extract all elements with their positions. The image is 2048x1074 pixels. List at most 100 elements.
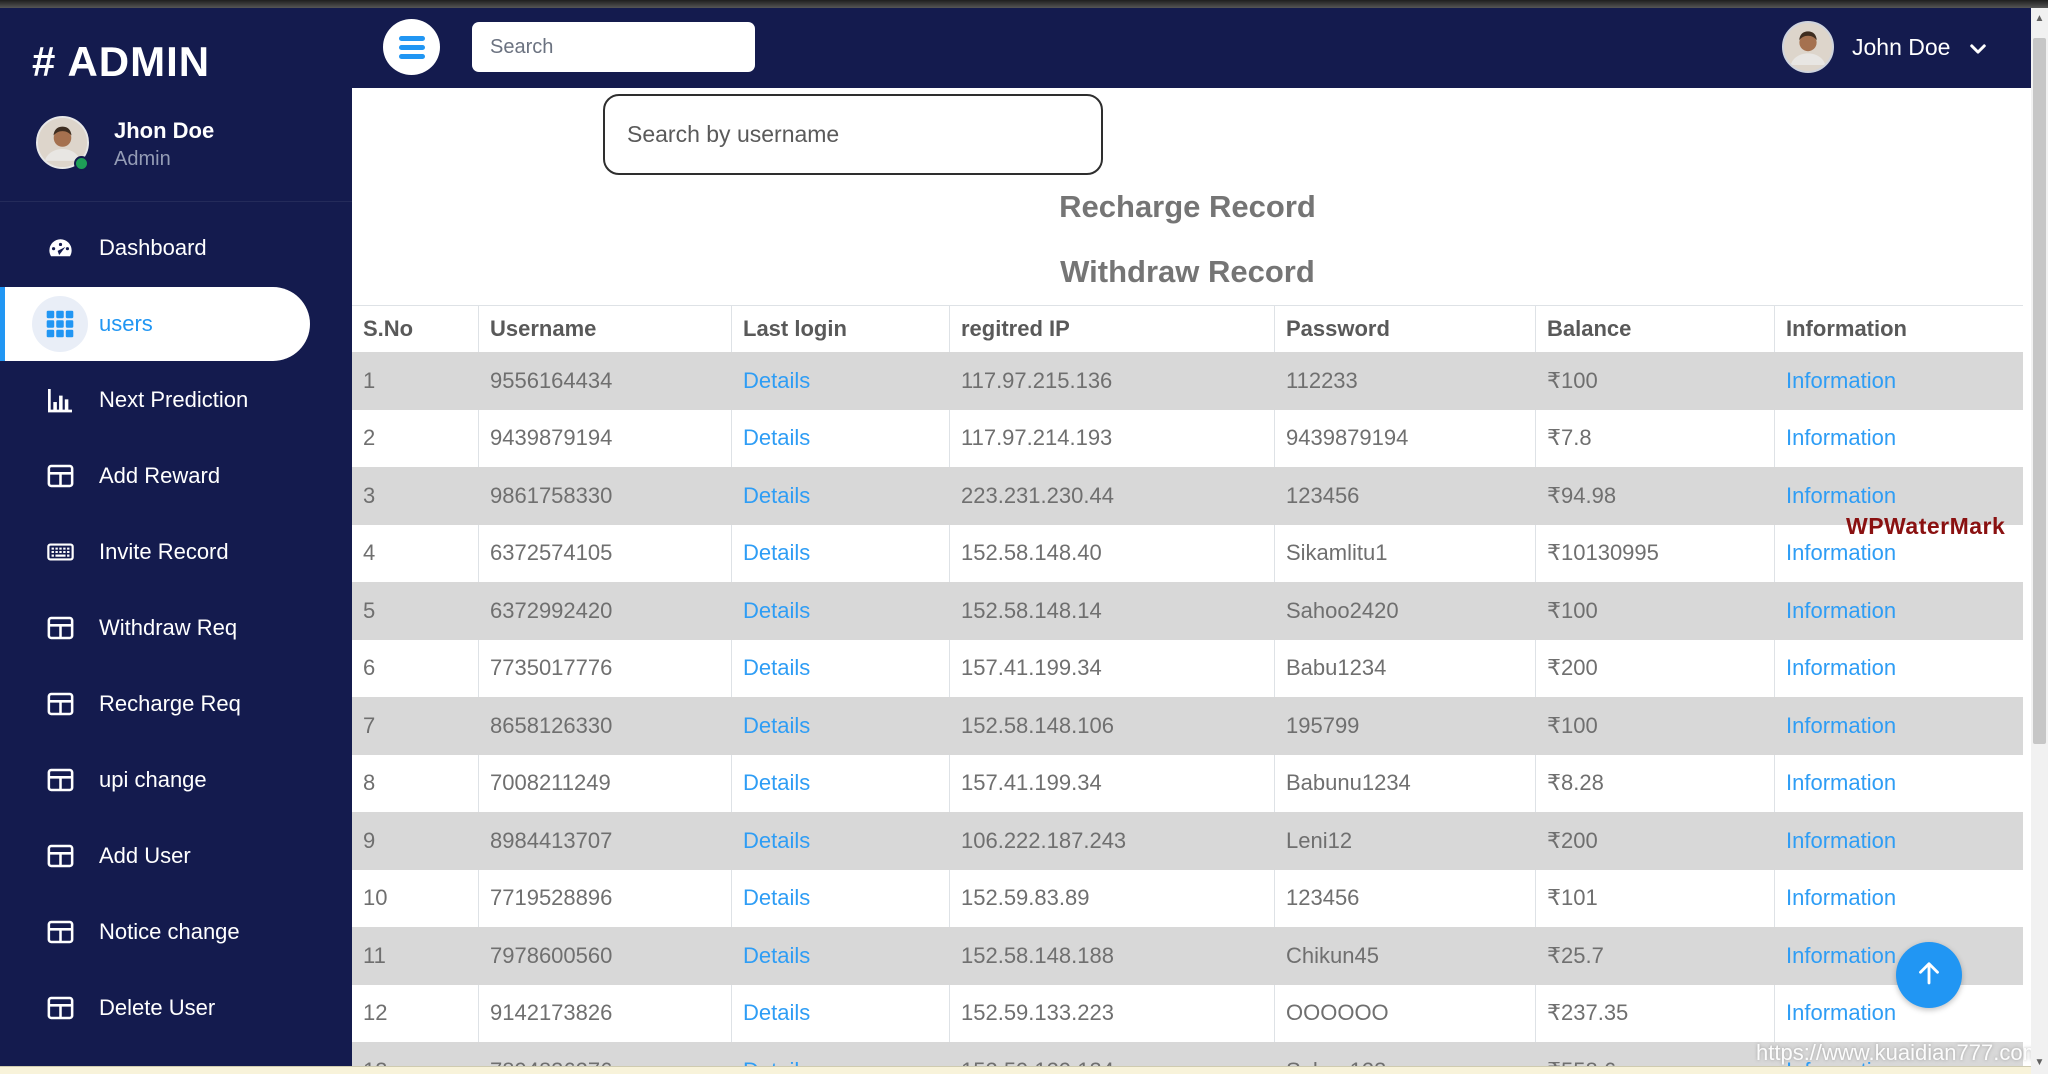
table-cell: Details [731,524,949,582]
table-cell: ₹25.7 [1547,942,1604,968]
table-cell: 123456 [1274,869,1535,927]
sidebar: # ADMIN Jhon Doe Admin Dashboard users Nex… [0,8,352,1066]
sidebar-item-invite-record[interactable]: Invite Record [0,514,352,590]
table-cell: 117.97.214.193 [949,409,1274,467]
username-search-input[interactable] [603,94,1103,175]
table-cell: Details [731,927,949,985]
sidebar-item-dashboard[interactable]: Dashboard [0,210,352,286]
sidebar-item-label: Add Reward [99,463,221,488]
table-row: 8 7008211249 Details 157.41.199.34 Babunu123… [352,754,2023,812]
sidebar-toggle-button[interactable] [383,19,440,75]
sidebar-item-label: Withdraw Req [99,615,238,640]
table-cell: 6372992420 [490,597,613,623]
information-link[interactable]: Information [1786,425,1896,451]
arrow-up-icon [1912,956,1946,995]
table-cell: Information [1774,754,2023,812]
details-link[interactable]: Details [743,540,810,566]
top-search-input[interactable] [472,22,755,72]
user-menu[interactable]: John Doe [1782,16,1988,78]
sidebar-item-withdraw-req[interactable]: Withdraw Req [0,590,352,666]
information-link[interactable]: Information [1786,770,1896,796]
details-link[interactable]: Details [743,885,810,911]
table-cell: Details [731,467,949,525]
information-link[interactable]: Information [1786,713,1896,739]
table-cell: 106.222.187.243 [961,827,1127,853]
details-link[interactable]: Details [743,943,810,969]
table-cell: Details [731,869,949,927]
sidebar-item-delete-user[interactable]: Delete User [0,970,352,1046]
table-cell: Leni12 [1286,827,1353,853]
table-cell: 157.41.199.34 [949,639,1274,697]
details-link[interactable]: Details [743,1000,810,1026]
sidebar-user-name: Jhon Doe [114,118,215,143]
information-link[interactable]: Information [1786,828,1896,854]
table-cell: Sikamlitu1 [1274,524,1535,582]
table-row: 11 7978600560 Details 152.58.148.188 Chikun4… [352,927,2023,985]
recharge-record-heading: Recharge Record [1059,189,1316,224]
table-cell: 152.58.148.188 [961,942,1114,968]
sidebar-item-recharge-req[interactable]: Recharge Req [0,666,352,742]
information-link[interactable]: Information [1786,1000,1896,1026]
sidebar-item-label: Invite Record [99,539,229,564]
details-link[interactable]: Details [743,655,810,681]
details-link[interactable]: Details [743,368,810,394]
table-cell: Information [1774,984,2023,1042]
information-link[interactable]: Information [1786,885,1896,911]
table-cell: 12 [363,1000,388,1026]
table-cell: 9439879194 [478,409,731,467]
sidebar-item-label: Next Prediction [99,387,249,412]
details-link[interactable]: Details [743,483,810,509]
sidebar-item-label: upi change [99,767,207,792]
details-link[interactable]: Details [743,598,810,624]
table-cell: Details [731,984,949,1042]
sidebar-item-upi-change[interactable]: upi change [0,742,352,818]
table-cell: 152.59.129.134 [949,1042,1274,1066]
table-cell: ₹8.28 [1535,754,1774,812]
details-link[interactable]: Details [743,828,810,854]
table-cell: 7008211249 [478,754,731,812]
information-link[interactable]: Information [1786,368,1896,394]
sidebar-item-add-user[interactable]: Add User [0,818,352,894]
details-link[interactable]: Details [743,425,810,451]
table-cell: 195799 [1286,712,1360,738]
table-cell: 152.59.133.223 [949,984,1274,1042]
table-cell: Information [1774,869,2023,927]
information-link[interactable]: Information [1786,540,1896,566]
scrollbar-down-arrow[interactable]: ▼ [2031,1054,2048,1071]
user-name: John Doe [1852,33,1951,60]
sidebar-item-notice-change[interactable]: Notice change [0,894,352,970]
sidebar-item-next-prediction[interactable]: Next Prediction [0,362,352,438]
table-cell: 9861758330 [490,482,613,508]
details-link[interactable]: Details [743,713,810,739]
scrollbar-thumb[interactable] [2033,38,2046,744]
table-cell: 152.58.148.106 [961,712,1114,738]
table-cell: Sahoo2420 [1286,597,1399,623]
sidebar-item-add-reward[interactable]: Add Reward [0,438,352,514]
table-cell: 7978600560 [490,942,613,968]
table-cell: 9556164434 [490,367,613,393]
table-cell: Information [1774,639,2023,697]
table-row: 2 9439879194 Details 117.97.214.193 94398791… [352,409,2023,467]
table-row: 3 9861758330 Details 223.231.230.44 123456 ₹9… [352,467,2023,525]
information-link[interactable]: Information [1786,598,1896,624]
users-table: S.No Username Last login regitred IP Passwor… [352,305,2023,1066]
user-avatar [1782,21,1834,73]
information-link[interactable]: Information [1786,483,1896,509]
table-cell: Information [1774,582,2023,640]
table-icon [47,615,74,642]
table-cell: Information [1774,812,2023,870]
column-header: regitred IP [949,306,1274,352]
app-logo: # ADMIN [32,38,211,85]
scroll-to-top-button[interactable] [1896,942,1962,1008]
scrollbar-up-arrow[interactable]: ▲ [2031,10,2048,27]
vertical-scrollbar[interactable]: ▲ ▼ [2031,8,2048,1074]
table-row: 7 8658126330 Details 152.58.148.106 195799 ₹1… [352,697,2023,755]
sidebar-item-users[interactable]: users [0,286,352,362]
main-content: Recharge Record Withdraw Record S.No User… [352,88,2031,1066]
details-link[interactable]: Details [743,770,810,796]
details-link[interactable]: Details [743,1058,810,1066]
information-link[interactable]: Information [1786,943,1896,969]
information-link[interactable]: Information [1786,655,1896,681]
table-cell: 7719528896 [478,869,731,927]
table-cell: ₹101 [1535,869,1774,927]
